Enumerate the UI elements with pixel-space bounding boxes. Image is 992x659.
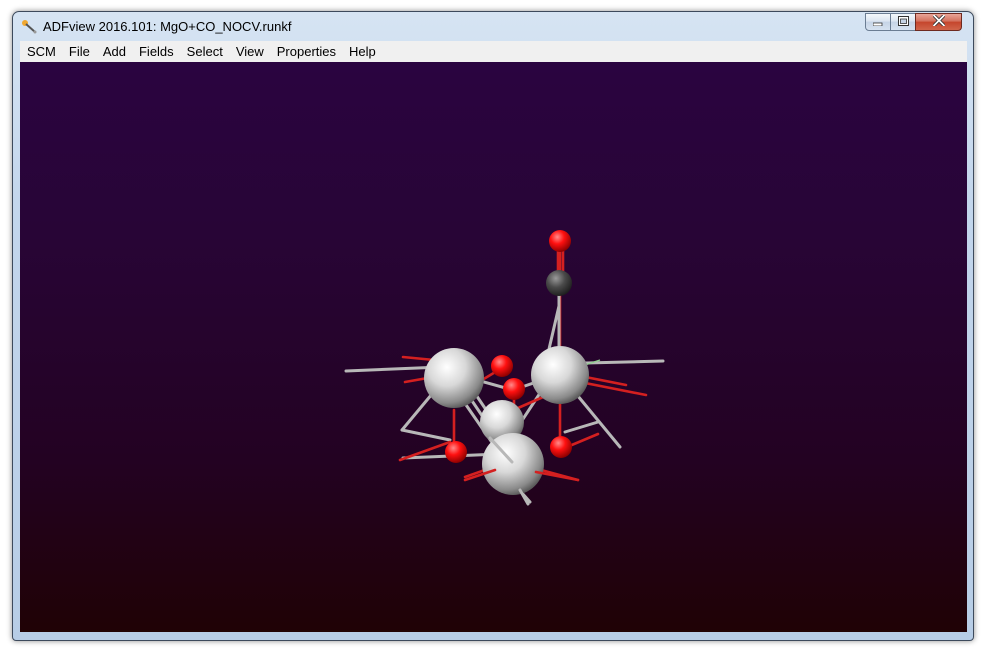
molecule-viewport[interactable] (20, 62, 967, 632)
title-bar[interactable]: ADFview 2016.101: MgO+CO_NOCV.runkf (13, 12, 973, 42)
oxygen-atom[interactable] (550, 436, 572, 458)
close-icon (931, 13, 946, 31)
menu-file[interactable]: File (62, 41, 96, 62)
oxygen-atom[interactable] (445, 441, 467, 463)
molecule-3d-view[interactable] (20, 62, 967, 632)
menu-view[interactable]: View (229, 41, 270, 62)
menu-select[interactable]: Select (180, 41, 229, 62)
carbon-atom[interactable] (546, 270, 572, 296)
magnesium-atom[interactable] (531, 346, 589, 404)
magnesium-atom[interactable] (482, 433, 544, 495)
close-button[interactable] (915, 13, 962, 31)
magnesium-atom[interactable] (424, 348, 484, 408)
oxygen-atom[interactable] (549, 230, 571, 252)
menu-properties[interactable]: Properties (270, 41, 342, 62)
menu-scm[interactable]: SCM (20, 41, 62, 62)
minimize-button[interactable] (865, 13, 891, 31)
app-window: ADFview 2016.101: MgO+CO_NOCV.runkf SCM … (12, 11, 974, 641)
menu-help[interactable]: Help (342, 41, 382, 62)
adfview-icon (21, 18, 37, 34)
menu-add[interactable]: Add (96, 41, 132, 62)
menu-bar: SCM File Add Fields Select View Properti… (20, 41, 967, 63)
maximize-button[interactable] (890, 13, 916, 31)
maximize-icon (897, 13, 909, 31)
window-title: ADFview 2016.101: MgO+CO_NOCV.runkf (43, 19, 292, 34)
minimize-icon (872, 13, 883, 31)
oxygen-atom[interactable] (491, 355, 513, 377)
menu-fields[interactable]: Fields (132, 41, 180, 62)
oxygen-atom[interactable] (503, 378, 525, 400)
